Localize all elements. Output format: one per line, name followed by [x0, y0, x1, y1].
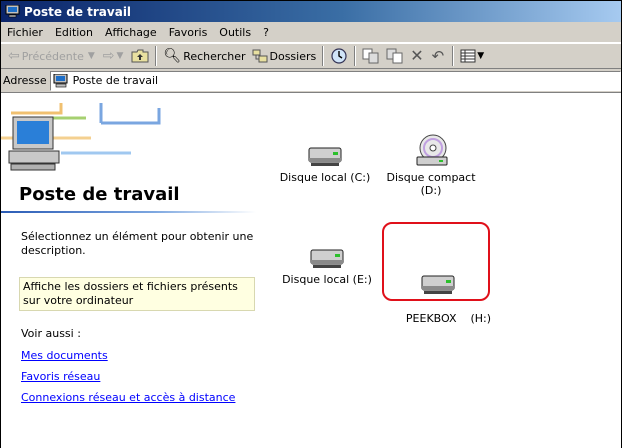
computer-banner-icon [1, 103, 161, 171]
search-button[interactable]: 🔍︎ Rechercher [160, 45, 248, 67]
menu-file[interactable]: Fichier [1, 22, 49, 43]
menu-bar: Fichier Edition Affichage Favoris Outils… [1, 22, 621, 43]
delete-button[interactable]: ✕ [407, 45, 428, 67]
explorer-window: Poste de travail Fichier Edition Afficha… [0, 0, 622, 448]
menu-edit[interactable]: Edition [49, 22, 99, 43]
link-network-connections[interactable]: Connexions réseau et accès à distance [21, 391, 235, 404]
folders-icon [252, 49, 267, 63]
back-button[interactable]: ⇦ Précédente ▼ [5, 45, 100, 67]
move-to-icon [362, 48, 379, 64]
address-label: Adresse [3, 74, 47, 87]
toolbar-separator [322, 46, 325, 66]
history-button[interactable] [327, 45, 351, 67]
drive-e[interactable]: Disque local (E:) [272, 247, 382, 286]
drive-label: PEEKBOX (H:) [405, 312, 492, 325]
selection-hint: Sélectionnez un élément pour obtenir une… [21, 230, 254, 257]
up-folder-button[interactable] [128, 45, 152, 67]
task-pane: Poste de travail Sélectionnez un élément… [1, 93, 263, 448]
toolbar: ⇦ Précédente ▼ ⇨ ▼ 🔍︎ Rechercher Dossier… [1, 43, 621, 69]
info-box: Affiche les dossiers et fichiers présent… [19, 277, 255, 311]
my-computer-icon [53, 73, 69, 88]
copy-to-button[interactable] [383, 45, 407, 67]
toolbar-separator [354, 46, 357, 66]
chevron-down-icon: ▼ [477, 51, 485, 61]
menu-favorites[interactable]: Favoris [163, 22, 214, 43]
move-to-button[interactable] [359, 45, 383, 67]
banner-graphic [1, 93, 263, 181]
forward-button[interactable]: ⇨ ▼ [100, 45, 129, 67]
cd-drive-icon [416, 134, 448, 166]
title-divider [1, 211, 256, 213]
page-title: Poste de travail [19, 184, 180, 205]
forward-arrow-icon: ⇨ [102, 48, 115, 64]
views-button[interactable]: ▼ [457, 45, 489, 67]
delete-x-icon: ✕ [410, 46, 424, 65]
undo-button[interactable]: ↶ [429, 45, 450, 67]
toolbar-separator [155, 46, 158, 66]
up-folder-icon [131, 49, 149, 63]
views-icon [460, 49, 476, 63]
chevron-down-icon: ▼ [116, 51, 124, 61]
drive-label: Disque local (E:) [282, 273, 372, 286]
back-arrow-icon: ⇦ [8, 48, 20, 64]
search-label: Rechercher [183, 49, 246, 63]
hard-drive-icon [310, 249, 344, 268]
address-field[interactable]: Poste de travail [49, 70, 621, 91]
folders-button[interactable]: Dossiers [249, 45, 320, 67]
drive-label: Disque local (C:) [279, 171, 371, 184]
undo-icon: ↶ [431, 47, 445, 65]
folders-label: Dossiers [269, 49, 317, 63]
menu-tools[interactable]: Outils [213, 22, 257, 43]
menu-help[interactable]: ? [257, 22, 275, 43]
link-my-documents[interactable]: Mes documents [21, 349, 108, 362]
window-title: Poste de travail [24, 4, 132, 19]
address-bar: Adresse Poste de travail [1, 69, 621, 93]
my-computer-icon [5, 4, 20, 18]
address-value: Poste de travail [72, 74, 159, 87]
title-bar[interactable]: Poste de travail [1, 1, 621, 22]
link-network-places[interactable]: Favoris réseau [21, 370, 100, 383]
history-icon [331, 48, 347, 64]
drive-c[interactable]: Disque local (C:) [270, 145, 380, 184]
hard-drive-icon [308, 147, 342, 166]
chevron-down-icon: ▼ [87, 51, 95, 61]
see-also-label: Voir aussi : [21, 327, 81, 340]
copy-to-icon [386, 48, 403, 64]
content-area: Poste de travail Sélectionnez un élément… [1, 93, 621, 448]
drive-label: Disque compact (D:) [386, 171, 476, 197]
highlight-ring [382, 222, 490, 301]
toolbar-separator [452, 46, 455, 66]
drive-d[interactable]: Disque compact (D:) [376, 133, 486, 197]
menu-view[interactable]: Affichage [99, 22, 163, 43]
search-icon: 🔍︎ [163, 48, 182, 64]
back-label: Précédente [21, 49, 84, 63]
